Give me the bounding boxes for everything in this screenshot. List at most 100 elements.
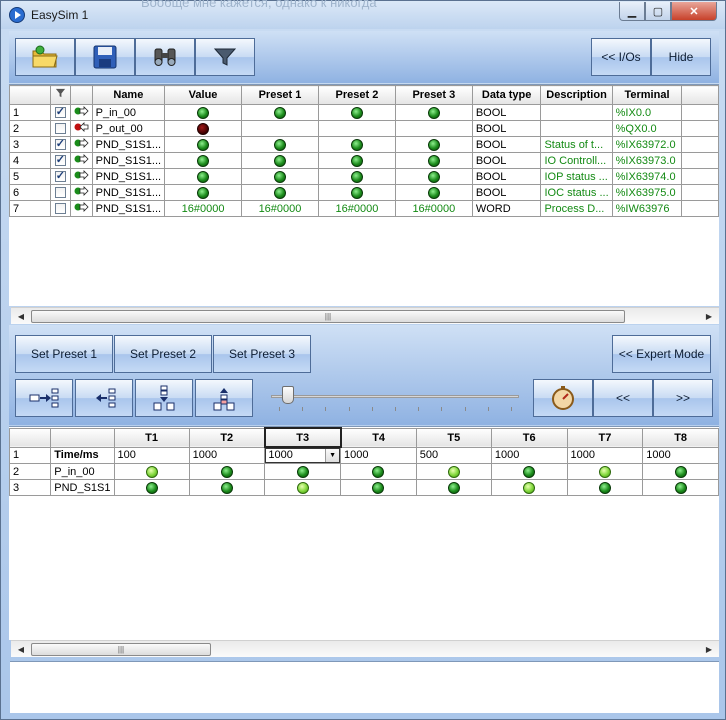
insert-step-button[interactable] — [15, 379, 73, 417]
name-cell[interactable]: P_in_00 — [91, 104, 166, 121]
close-button[interactable]: ✕ — [671, 2, 717, 21]
step-time-combobox[interactable]: 1000 ▼ — [265, 448, 340, 463]
tl-header-t2[interactable]: T2 — [188, 427, 266, 448]
tl-header-t3[interactable]: T3 — [263, 427, 342, 448]
speed-button[interactable] — [533, 379, 593, 417]
step-state-cell[interactable] — [566, 479, 644, 496]
table-row[interactable]: 3 PND_S1S1... BOOLStatus of t...%IX63972.0 — [9, 136, 719, 153]
header-filter[interactable] — [49, 85, 71, 105]
scroll-left-icon[interactable]: ◀ — [13, 309, 29, 324]
header-terminal[interactable]: Terminal — [611, 85, 683, 105]
row-enable-cell[interactable] — [49, 152, 71, 169]
scroll-thumb[interactable]: ||| — [31, 310, 625, 323]
enable-checkbox[interactable] — [54, 106, 66, 119]
row-enable-cell[interactable] — [49, 120, 71, 137]
row-enable-cell[interactable] — [49, 136, 71, 153]
save-button[interactable] — [75, 38, 135, 76]
header-description[interactable]: Description — [540, 85, 613, 105]
set-preset-2-button[interactable]: Set Preset 2 — [114, 335, 212, 373]
enable-checkbox[interactable] — [54, 203, 66, 215]
remove-signal-button[interactable] — [195, 379, 253, 417]
find-button[interactable] — [135, 38, 195, 76]
header-preset-1[interactable]: Preset 1 — [241, 85, 319, 105]
step-state-cell[interactable] — [188, 479, 266, 496]
step-state-cell[interactable] — [340, 479, 417, 496]
step-time-cell[interactable]: 1000 — [642, 446, 719, 464]
set-preset-3-button[interactable]: Set Preset 3 — [213, 335, 311, 373]
title-bar[interactable]: EasySim 1 Вообще мне кажется, однако к н… — [1, 0, 725, 29]
insert-signal-button[interactable] — [135, 379, 193, 417]
step-time-cell[interactable]: 1000 — [340, 446, 417, 464]
step-state-cell[interactable] — [490, 463, 568, 480]
tl-header-t1[interactable]: T1 — [113, 427, 190, 448]
step-state-cell[interactable] — [415, 463, 492, 480]
io-horizontal-scrollbar[interactable]: ◀ ||| ▶ — [11, 307, 719, 324]
header-preset-2[interactable]: Preset 2 — [317, 85, 396, 105]
value-cell[interactable]: 16#0000 — [164, 200, 243, 217]
step-state-cell[interactable] — [642, 479, 719, 496]
enable-checkbox[interactable] — [54, 154, 66, 167]
set-preset-1-button[interactable]: Set Preset 1 — [15, 335, 113, 373]
header-data-type[interactable]: Data type — [471, 85, 542, 105]
table-row[interactable]: 4 PND_S1S1... BOOLIO Controll...%IX63973.0 — [9, 152, 719, 169]
preset-3-cell[interactable] — [394, 168, 473, 185]
preset-1-cell[interactable]: 16#0000 — [241, 200, 319, 217]
table-row[interactable]: 5 PND_S1S1... BOOLIOP status ...%IX63974.0 — [9, 168, 719, 185]
preset-2-cell[interactable] — [317, 104, 396, 121]
step-time-cell[interactable]: 1000 — [188, 446, 266, 464]
tl-header-t4[interactable]: T4 — [340, 427, 417, 448]
step-time-cell[interactable]: 500 — [415, 446, 492, 464]
preset-1-cell[interactable] — [241, 152, 319, 169]
speed-slider-track[interactable] — [271, 395, 519, 398]
step-time-cell[interactable]: 1000 — [490, 446, 568, 464]
step-time-cell[interactable]: 100 — [113, 446, 190, 464]
enable-checkbox[interactable] — [54, 138, 66, 151]
preset-1-cell[interactable] — [241, 104, 319, 121]
timeline-horizontal-scrollbar[interactable]: ◀ ||| ▶ — [11, 640, 719, 657]
tl-header-t5[interactable]: T5 — [415, 427, 492, 448]
filter-button[interactable] — [195, 38, 255, 76]
step-state-cell[interactable] — [415, 479, 492, 496]
enable-checkbox[interactable] — [54, 170, 66, 183]
name-cell[interactable]: PND_S1S1... — [91, 152, 166, 169]
preset-1-cell[interactable] — [241, 184, 319, 201]
preset-2-cell[interactable] — [317, 120, 396, 137]
previous-step-button[interactable]: << — [593, 379, 653, 417]
preset-3-cell[interactable] — [394, 120, 473, 137]
row-enable-cell[interactable] — [49, 104, 71, 121]
timeline-signal-row[interactable]: 2 P_in_00 — [9, 463, 719, 480]
preset-3-cell[interactable]: 16#0000 — [394, 200, 473, 217]
next-step-button[interactable]: >> — [653, 379, 713, 417]
preset-2-cell[interactable] — [317, 152, 396, 169]
dropdown-arrow-icon[interactable]: ▼ — [325, 449, 340, 462]
preset-2-cell[interactable] — [317, 136, 396, 153]
speed-slider-thumb[interactable] — [282, 386, 295, 404]
preset-1-cell[interactable] — [241, 168, 319, 185]
timeline-signal-row[interactable]: 3 PND_S1S1 — [9, 479, 719, 496]
preset-3-cell[interactable] — [394, 152, 473, 169]
table-row[interactable]: 1 P_in_00 BOOL %IX0.0 — [9, 104, 719, 121]
header-value[interactable]: Value — [164, 85, 243, 105]
expert-mode-button[interactable]: << Expert Mode — [612, 335, 711, 373]
scroll-left-icon[interactable]: ◀ — [13, 642, 29, 657]
open-button[interactable] — [15, 38, 75, 76]
minimize-button[interactable]: ▁ — [619, 2, 645, 21]
tl-header-t6[interactable]: T6 — [490, 427, 568, 448]
preset-3-cell[interactable] — [394, 136, 473, 153]
preset-2-cell[interactable] — [317, 168, 396, 185]
tl-header-t8[interactable]: T8 — [642, 427, 719, 448]
remove-step-button[interactable] — [75, 379, 133, 417]
value-cell[interactable] — [164, 168, 243, 185]
name-cell[interactable]: PND_S1S1... — [91, 200, 166, 217]
scroll-thumb[interactable]: ||| — [31, 643, 211, 656]
step-state-cell[interactable] — [642, 463, 719, 480]
preset-1-cell[interactable] — [241, 136, 319, 153]
table-row[interactable]: 6 PND_S1S1... BOOL IOC status ... %IX63975.0 — [9, 184, 719, 201]
value-cell[interactable] — [164, 152, 243, 169]
maximize-button[interactable]: ▢ — [645, 2, 671, 21]
header-preset-3[interactable]: Preset 3 — [394, 85, 473, 105]
preset-3-cell[interactable] — [394, 184, 473, 201]
step-state-cell[interactable] — [264, 463, 342, 480]
preset-3-cell[interactable] — [394, 104, 473, 121]
value-cell[interactable] — [164, 104, 243, 121]
